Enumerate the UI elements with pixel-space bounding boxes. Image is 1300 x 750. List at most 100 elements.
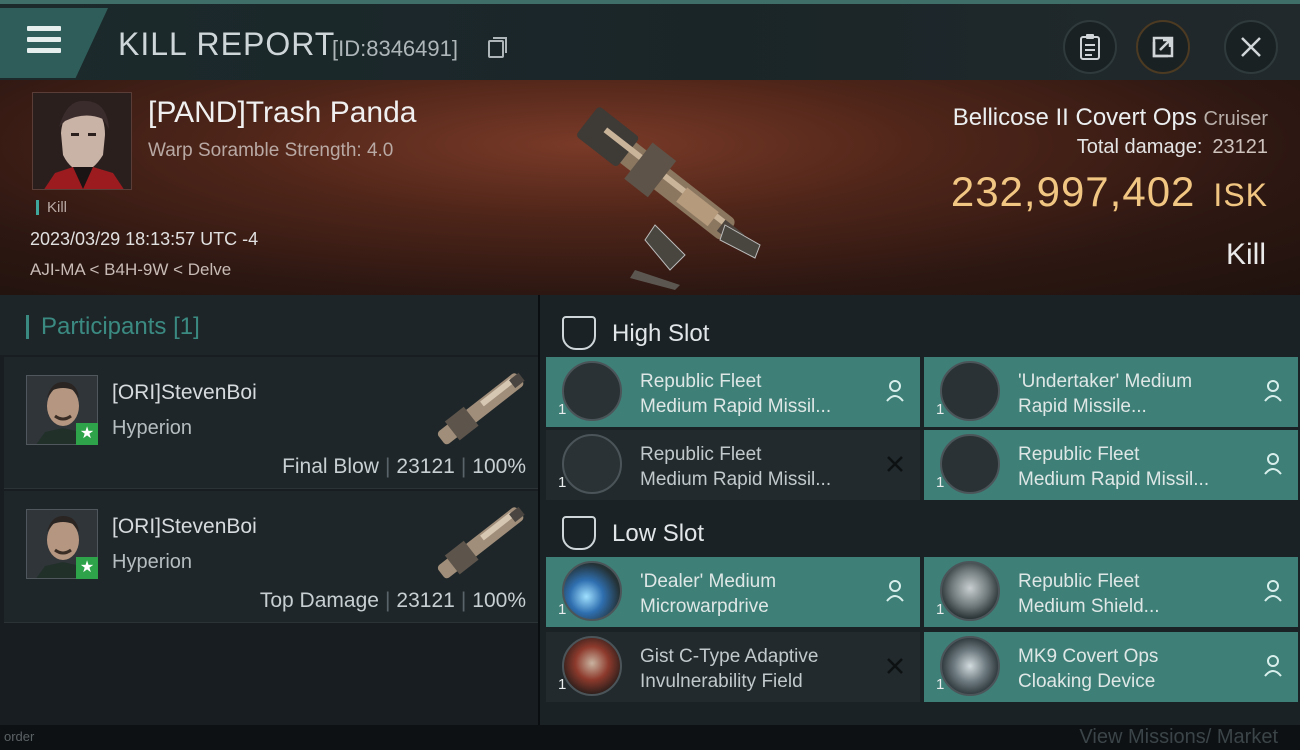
fitted-pilot-icon [1264,453,1282,475]
module-quantity: 1 [936,401,945,418]
module-name: 'Undertaker' Medium Rapid Missile... [1018,371,1193,417]
module-item[interactable]: 1 Republic Fleet Medium Rapid Missil... [546,357,920,427]
kill-type-label: Kill [1225,238,1266,271]
module-name: Republic Fleet Medium Rapid Missil... [1018,444,1210,490]
participants-panel: Participants [1] ★ [ORI]StevenBoi Hyperi… [0,295,538,725]
participant-role: Final Blow [282,455,379,478]
footer-bar: order View Missions/ Market [0,725,1300,750]
participant-damage: 23121 [396,589,455,612]
high-slot-header: High Slot [540,300,1300,360]
participant-ship-image[interactable] [424,497,536,587]
module-quantity: 1 [936,474,945,491]
participants-title: Participants [1] [26,315,200,339]
victim-banner: [PAND]Trash Panda Warp Soramble Strength… [0,80,1300,295]
module-name: Republic Fleet Medium Rapid Missil... [640,444,832,490]
footer-left-text: order [4,729,35,744]
participant-percent: 100% [472,589,526,612]
fitted-pilot-icon [1264,380,1282,402]
module-quantity: 1 [558,474,567,491]
victim-portrait[interactable] [32,92,132,190]
isk-value: 232,997,402 ISK [951,168,1268,216]
missile-launcher-icon [562,361,622,421]
standing-star-icon: ★ [76,423,98,445]
share-button[interactable] [1136,20,1190,74]
module-item[interactable]: 1 'Undertaker' Medium Rapid Missile... [924,357,1298,427]
hamburger-icon [27,26,61,53]
fitted-pilot-icon [1264,655,1282,677]
module-name: MK9 Covert Ops Cloaking Device [1018,646,1159,692]
participants-count: [1] [173,313,200,340]
participants-header: Participants [1] [0,295,538,355]
participant-percent: 100% [472,455,526,478]
kill-id: [ID:8346491] [332,36,458,61]
total-damage-label: Total damage: [1076,136,1203,158]
clipboard-button[interactable] [1063,20,1117,74]
participant-row[interactable]: ★ [ORI]StevenBoi Hyperion Top Damage | 231… [4,491,538,623]
copy-icon[interactable] [488,37,507,58]
participant-stats: Final Blow | 23121 | 100% [282,455,526,478]
cloaking-device-icon [940,636,1000,696]
victim-ship-image[interactable] [535,80,775,290]
menu-button[interactable] [0,8,108,78]
low-slot-icon [562,516,596,550]
missile-launcher-icon [940,361,1000,421]
high-slot-icon [562,316,596,350]
participant-name[interactable]: [ORI]StevenBoi [112,381,257,405]
warp-scramble-strength: Warp Soramble Strength: 4.0 [148,140,394,161]
kill-timestamp: 2023/03/29 18:13:57 UTC -4 [30,229,259,249]
isk-amount: 232,997,402 [950,168,1196,215]
fitted-pilot-icon [886,580,904,602]
module-quantity: 1 [936,676,945,693]
participant-role: Top Damage [259,589,379,612]
low-slot-title: Low Slot [612,520,705,547]
participants-label: Participants [41,313,167,340]
module-quantity: 1 [936,601,945,618]
kill-tag: Kill [36,200,67,215]
total-damage-value: 23121 [1212,136,1268,158]
participant-ship: Hyperion [112,551,193,573]
participant-damage: 23121 [396,455,455,478]
participant-ship-image[interactable] [424,363,536,453]
module-name: Republic Fleet Medium Rapid Missil... [640,371,832,417]
microwarpdrive-icon [562,561,622,621]
destroyed-x-icon [887,456,903,472]
total-damage: Total damage: 23121 [1077,136,1268,159]
missile-launcher-icon [940,434,1000,494]
shield-extender-icon [940,561,1000,621]
module-item[interactable]: 1 'Dealer' Medium Microwarpdrive [546,557,920,627]
victim-ship-name[interactable]: Bellicose II Covert Ops Cruiser [953,104,1268,132]
participant-stats: Top Damage | 23121 | 100% [259,589,526,612]
invulnerability-field-icon [562,636,622,696]
module-name: Republic Fleet Medium Shield... [1018,571,1160,617]
clipboard-icon [1080,34,1100,60]
high-slot-title: High Slot [612,320,710,347]
close-button[interactable] [1224,20,1278,74]
module-item[interactable]: 1 MK9 Covert Ops Cloaking Device [924,632,1298,702]
module-item[interactable]: 1 Republic Fleet Medium Rapid Missil... [924,430,1298,500]
module-quantity: 1 [558,676,567,693]
fitted-pilot-icon [1264,580,1282,602]
kill-report-header: KILL REPORT [ID:8346491] [0,0,1300,80]
module-item[interactable]: 1 Republic Fleet Medium Rapid Missil... [546,430,920,500]
ship-name-text: Bellicose II Covert Ops [952,104,1197,131]
ship-class: Cruiser [1203,108,1268,130]
module-item[interactable]: 1 Republic Fleet Medium Shield... [924,557,1298,627]
participant-row[interactable]: ★ [ORI]StevenBoi Hyperion Final Blow | 231… [4,357,538,489]
kill-location[interactable]: AJI-MA < B4H-9W < Delve [30,260,231,280]
module-item[interactable]: 1 Gist C-Type Adaptive Invulnerability Fi… [546,632,920,702]
close-icon [1241,37,1261,57]
missile-launcher-icon [562,434,622,494]
page-title: KILL REPORT [118,26,336,62]
share-icon [1152,36,1174,58]
module-quantity: 1 [558,401,567,418]
victim-name[interactable]: [PAND]Trash Panda [148,96,416,130]
module-quantity: 1 [558,601,567,618]
participant-name[interactable]: [ORI]StevenBoi [112,515,257,539]
view-missions-market-link[interactable]: View Missions/ Market [1079,726,1278,749]
fitted-pilot-icon [886,380,904,402]
standing-star-icon: ★ [76,557,98,579]
module-name: 'Dealer' Medium Microwarpdrive [640,571,777,617]
low-slot-header: Low Slot [540,500,1300,560]
module-name: Gist C-Type Adaptive Invulnerability Fiel… [640,646,819,692]
destroyed-x-icon [887,658,903,674]
